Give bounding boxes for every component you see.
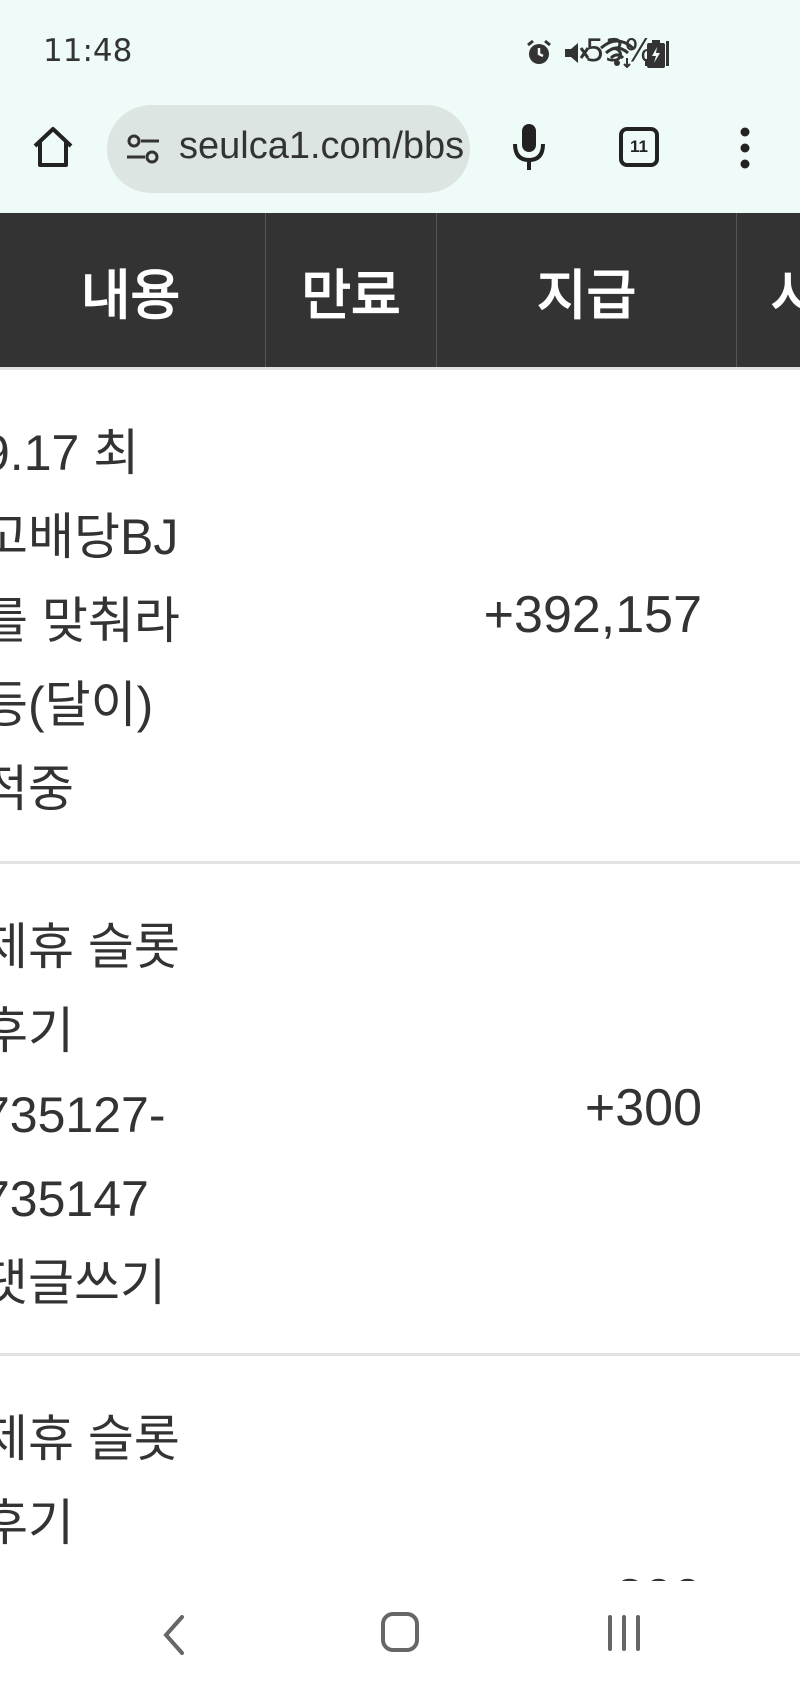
back-icon[interactable] [160,1613,188,1657]
header-pay: 지급 [437,213,737,367]
mic-icon[interactable] [510,122,548,172]
more-vert-icon[interactable] [736,126,754,170]
content-line: 댓글쓰기 [0,1255,166,1311]
system-nav-bar [0,1581,800,1689]
status-bar: 11:48 53% [0,0,800,100]
tabs-button[interactable]: 11 [618,126,660,168]
header-extra: 사 [771,263,800,327]
row-content: 제휴 슬롯 후기 735127- 735147 댓글쓰기 [0,905,252,1325]
row-content: 9.17 최 고배당BJ 를 맞춰라 등(달이) 적중 [0,411,252,831]
row-pay: +300 [585,1568,702,1581]
row-divider [0,861,800,864]
url-text[interactable]: seulca1.com/bbs [179,125,464,168]
content-line: 고배당BJ [0,509,179,565]
battery-charging-icon [647,40,665,68]
content-line: 735129- [0,1565,252,1581]
tab-count: 11 [630,137,648,156]
content-line: 후기 [0,1495,74,1551]
row-content: 제휴 슬롯 후기 735129- [0,1397,252,1581]
content-line: 후기 [0,1003,74,1059]
content-line: 등(달이) [0,677,154,733]
content-line: 제휴 슬롯 [0,919,180,975]
home-icon[interactable] [30,124,76,170]
row-pay: +392,157 [483,586,702,644]
row-divider [0,367,800,370]
alarm-icon [527,39,551,64]
content-line: 735127- [0,1087,166,1143]
status-time: 11:48 [43,33,133,69]
content-line: 적중 [0,761,74,817]
content-line: 제휴 슬롯 [0,1411,180,1467]
address-bar[interactable]: seulca1.com/bbs [107,105,470,193]
content-line: 9.17 최 [0,425,140,481]
header-content: 내용 [0,213,266,367]
content-line: 를 맞춰라 [0,593,180,649]
home-circle-icon[interactable] [380,1611,420,1653]
content-line: 735147 [0,1171,149,1227]
point-history-table: 내용 만료 지급 사 9.17 최 고배당BJ 를 맞춰라 등(달이) 적중 +… [0,213,800,1581]
row-pay: +300 [584,1079,702,1137]
row-divider [0,1353,800,1356]
recent-apps-icon[interactable] [606,1613,642,1653]
battery-percent: 53% [585,33,654,69]
table-header: 내용 만료 지급 사 [0,213,800,367]
header-expire: 만료 [266,213,437,367]
site-settings-icon[interactable] [125,132,161,166]
browser-toolbar: seulca1.com/bbs 11 [0,100,800,213]
